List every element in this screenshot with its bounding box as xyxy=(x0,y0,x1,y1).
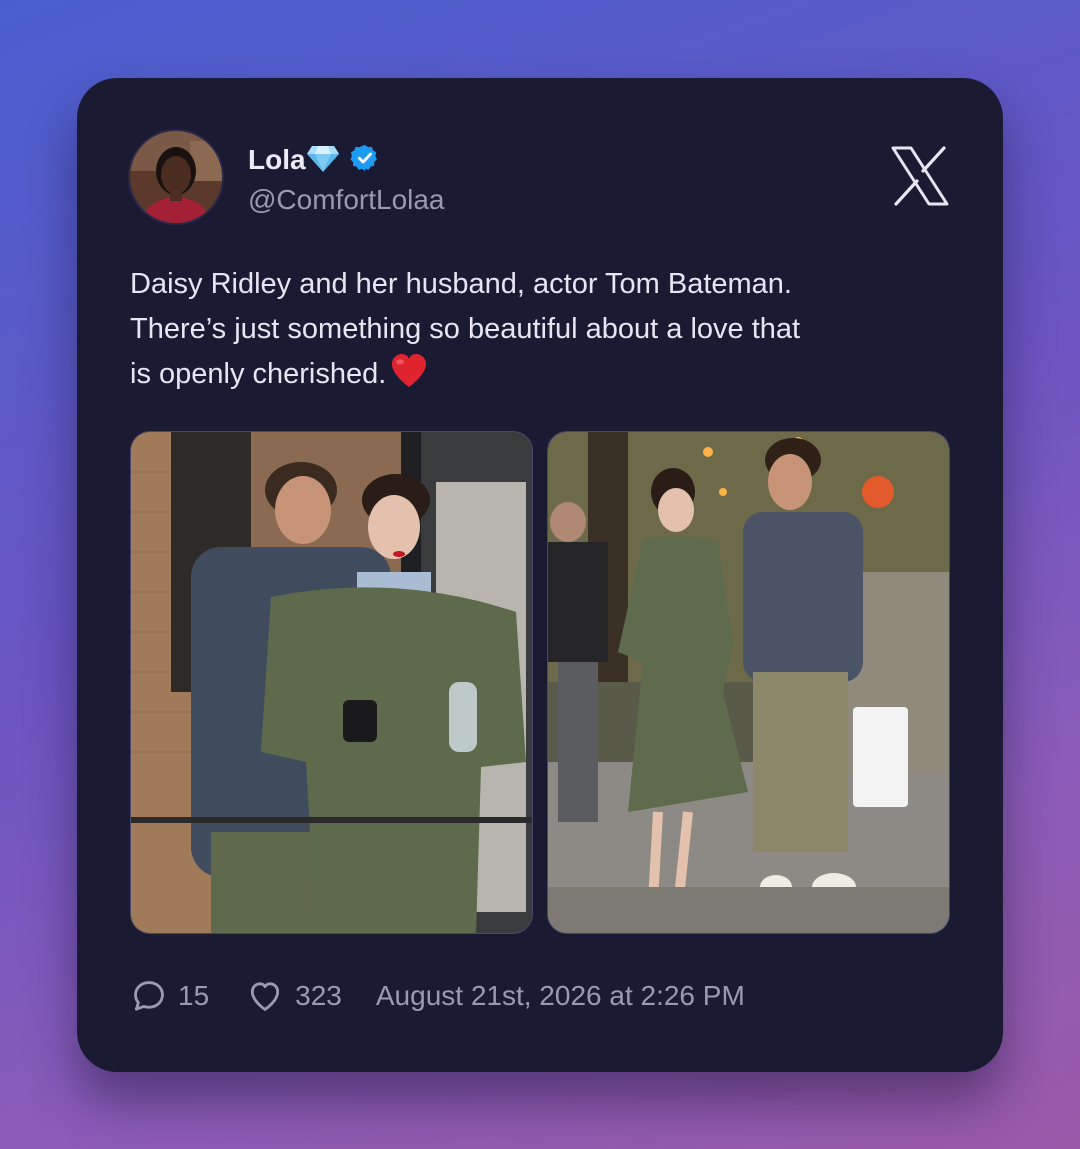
photo-couple-street[interactable] xyxy=(547,431,950,934)
tweet-line: is openly cherished. xyxy=(130,352,950,403)
verified-badge-icon xyxy=(349,143,380,178)
tweet-line: Daisy Ridley and her husband, actor Tom … xyxy=(130,268,792,300)
heart-emoji-icon xyxy=(390,353,428,403)
reply-button[interactable]: 15 xyxy=(130,977,209,1015)
x-logo-icon[interactable] xyxy=(891,146,949,206)
author-handle[interactable]: @ComfortLolaa xyxy=(248,182,445,218)
author-name-row: Lola xyxy=(248,142,380,178)
reply-count: 15 xyxy=(178,980,210,1011)
like-button[interactable]: 323 xyxy=(245,977,342,1015)
avatar[interactable] xyxy=(130,131,222,223)
tweet-footer: 15 323 August 21st, 2026 at 2:26 PM xyxy=(130,976,745,1016)
author-display-name[interactable]: Lola xyxy=(248,142,306,178)
tweet-text: Daisy Ridley and her husband, actor Tom … xyxy=(130,262,950,403)
tweet-timestamp[interactable]: August 21st, 2026 at 2:26 PM xyxy=(376,980,745,1012)
photo-couple-building[interactable] xyxy=(130,431,533,934)
diamond-emoji-icon xyxy=(306,143,340,178)
tweet-card: Lola @ComfortLolaa Daisy Ridley and her … xyxy=(77,78,1003,1072)
reply-icon xyxy=(130,977,168,1015)
media-grid xyxy=(130,431,950,934)
like-count: 323 xyxy=(295,980,342,1011)
tweet-line: There’s just something so beautiful abou… xyxy=(130,313,801,345)
heart-icon xyxy=(245,977,285,1015)
tweet-line-text: is openly cherished. xyxy=(130,358,387,390)
